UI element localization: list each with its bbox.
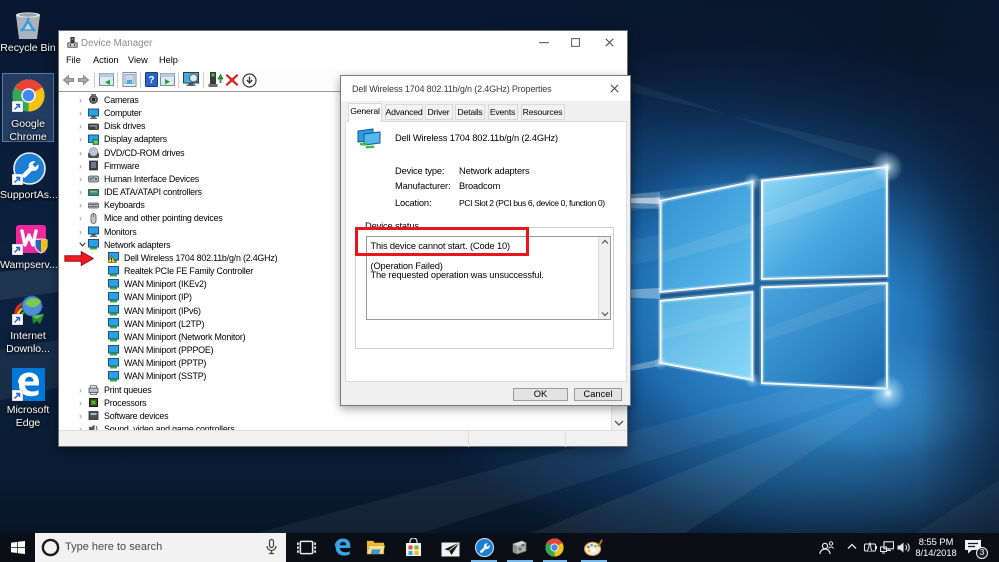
svg-text:?: ? xyxy=(148,75,154,86)
